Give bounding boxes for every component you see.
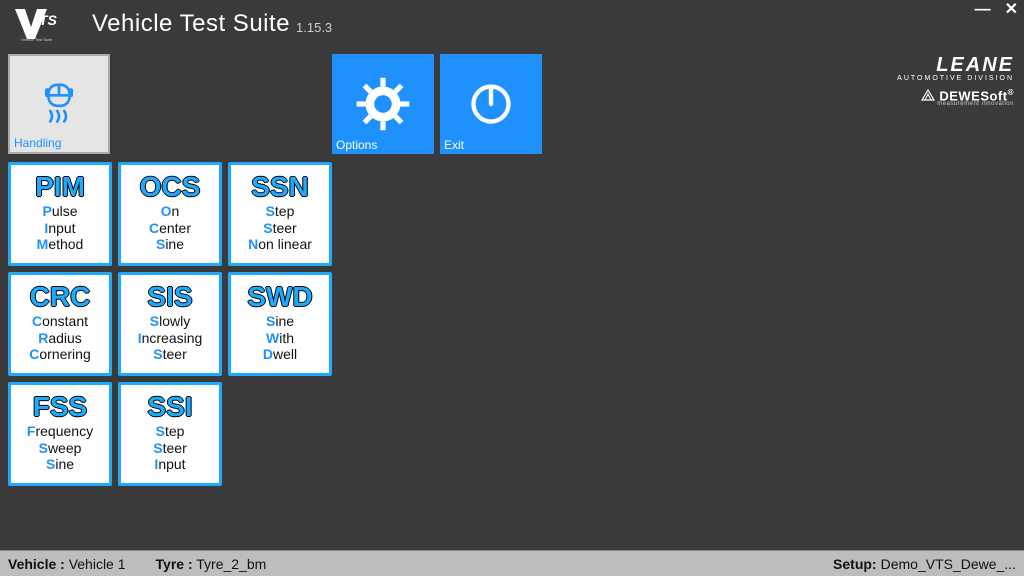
method-lines: SlowlyIncreasingSteer xyxy=(138,313,203,363)
method-lines: StepSteerNon linear xyxy=(248,203,312,253)
title-bar: TS Vehicle Test Suite Vehicle Test Suite… xyxy=(0,0,1024,48)
status-bar: Vehicle : Vehicle 1 Tyre : Tyre_2_bm Set… xyxy=(0,550,1024,576)
close-button[interactable]: ✕ xyxy=(1005,2,1018,18)
method-abbr: OCS xyxy=(140,173,201,201)
method-tile-sis[interactable]: SISSlowlyIncreasingSteer xyxy=(118,272,222,376)
leane-subtitle: AUTOMOTIVE DIVISION xyxy=(897,75,1014,82)
method-abbr: PIM xyxy=(35,173,85,201)
method-abbr: SWD xyxy=(247,283,312,311)
method-abbr: SSN xyxy=(251,173,309,201)
method-abbr: FSS xyxy=(33,393,87,421)
method-lines: SineWithDwell xyxy=(263,313,297,363)
top-tile-row: Handling O xyxy=(8,54,1016,154)
handling-label: Handling xyxy=(14,136,61,150)
method-tile-swd[interactable]: SWDSineWithDwell xyxy=(228,272,332,376)
dewesoft-subtitle: measurement innovation xyxy=(897,101,1014,107)
tyre-label: Tyre : xyxy=(156,556,193,572)
method-abbr: SSI xyxy=(147,393,192,421)
method-abbr: SIS xyxy=(147,283,192,311)
main-content: LEANE AUTOMOTIVE DIVISION DEWESoft® meas… xyxy=(0,48,1024,550)
status-tyre: Tyre : Tyre_2_bm xyxy=(156,556,267,572)
options-tile[interactable]: Options xyxy=(332,54,434,154)
method-abbr: CRC xyxy=(30,283,91,311)
method-tile-ssi[interactable]: SSIStepSteerInput xyxy=(118,382,222,486)
status-vehicle: Vehicle : Vehicle 1 xyxy=(8,556,126,572)
method-tile-pim[interactable]: PIMPulseInputMethod xyxy=(8,162,112,266)
gear-icon xyxy=(355,76,411,132)
svg-text:TS: TS xyxy=(39,12,58,28)
method-grid: PIMPulseInputMethodOCSOnCenterSineSSNSte… xyxy=(8,162,1016,486)
vehicle-value: Vehicle 1 xyxy=(69,556,126,572)
svg-text:Vehicle Test Suite: Vehicle Test Suite xyxy=(21,37,53,42)
method-lines: PulseInputMethod xyxy=(37,203,84,253)
method-tile-crc[interactable]: CRCConstantRadiusCornering xyxy=(8,272,112,376)
options-label: Options xyxy=(336,138,377,152)
method-lines: OnCenterSine xyxy=(149,203,191,253)
tyre-value: Tyre_2_bm xyxy=(196,556,266,572)
method-lines: ConstantRadiusCornering xyxy=(29,313,91,363)
method-tile-ssn[interactable]: SSNStepSteerNon linear xyxy=(228,162,332,266)
app-logo: TS Vehicle Test Suite xyxy=(8,5,80,43)
handling-tile[interactable]: Handling xyxy=(8,54,110,154)
power-icon xyxy=(463,76,519,132)
setup-label: Setup: xyxy=(833,556,877,572)
status-setup: Setup: Demo_VTS_Dewe_... xyxy=(833,556,1016,572)
handling-icon xyxy=(31,76,87,132)
minimize-button[interactable]: — xyxy=(975,2,991,18)
leane-logo: LEANE xyxy=(897,54,1014,77)
method-tile-ocs[interactable]: OCSOnCenterSine xyxy=(118,162,222,266)
method-lines: StepSteerInput xyxy=(153,423,186,473)
setup-value: Demo_VTS_Dewe_... xyxy=(881,556,1016,572)
app-version: 1.15.3 xyxy=(296,14,332,35)
app-title: Vehicle Test Suite xyxy=(92,10,290,38)
method-tile-fss[interactable]: FSSFrequencySweepSine xyxy=(8,382,112,486)
vehicle-label: Vehicle : xyxy=(8,556,65,572)
exit-label: Exit xyxy=(444,138,464,152)
method-lines: FrequencySweepSine xyxy=(27,423,93,473)
exit-tile[interactable]: Exit xyxy=(440,54,542,154)
brand-area: LEANE AUTOMOTIVE DIVISION DEWESoft® meas… xyxy=(897,54,1014,107)
